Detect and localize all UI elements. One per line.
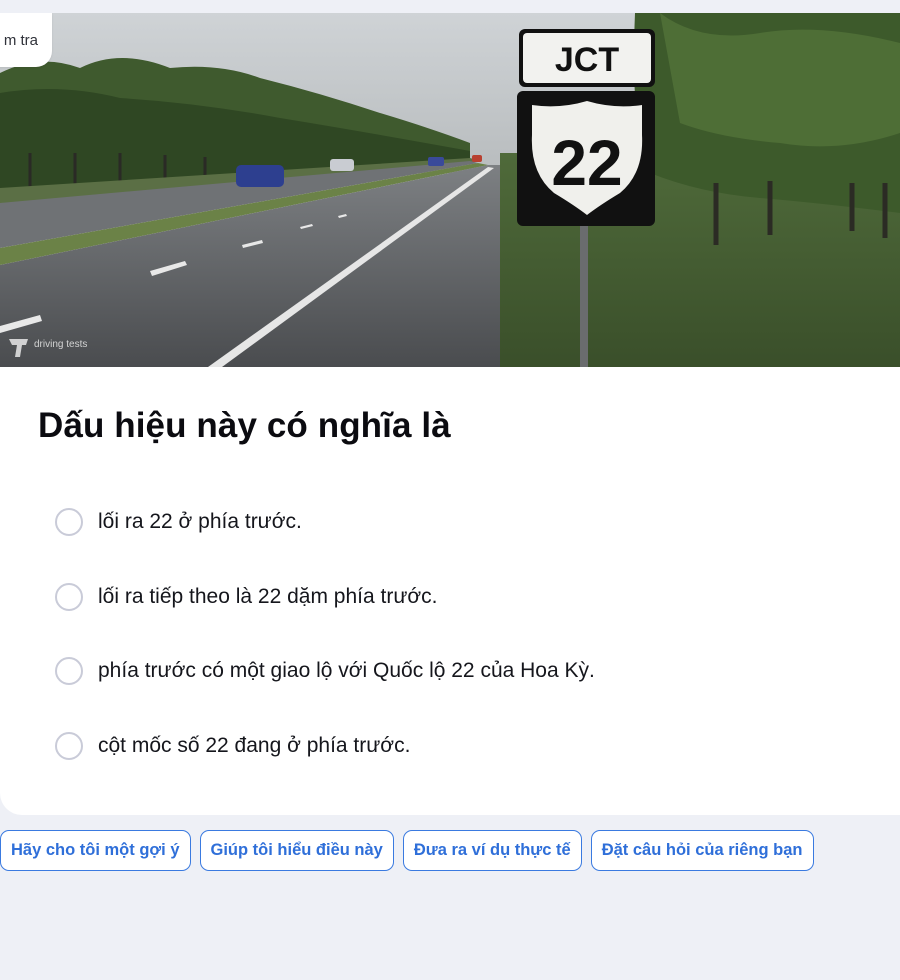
explain-button[interactable]: Giúp tôi hiểu điều này xyxy=(199,830,394,871)
question-title: Dấu hiệu này có nghĩa là xyxy=(38,406,451,445)
radio-button[interactable] xyxy=(55,731,83,760)
ask-own-question-button[interactable]: Đặt câu hỏi của riêng bạn xyxy=(590,830,814,871)
answer-option-1[interactable]: lối ra 22 ở phía trước. xyxy=(55,503,875,541)
answer-option-2[interactable]: lối ra tiếp theo là 22 dặm phía trước. xyxy=(55,578,875,616)
hint-button[interactable]: Hãy cho tôi một gợi ý xyxy=(0,830,191,871)
answer-option-4[interactable]: cột mốc số 22 đang ở phía trước. xyxy=(55,727,875,765)
answer-option-3[interactable]: phía trước có một giao lộ với Quốc lộ 22… xyxy=(55,652,875,690)
svg-text:driving tests: driving tests xyxy=(34,339,87,350)
radio-button[interactable] xyxy=(55,508,83,536)
check-tab-label: m tra xyxy=(3,31,38,49)
answer-option-label: lối ra 22 ở phía trước. xyxy=(98,510,302,533)
answer-option-label: phía trước có một giao lộ với Quốc lộ 22… xyxy=(98,659,595,682)
sign-route-number: 22 xyxy=(551,127,622,199)
radio-button[interactable] xyxy=(55,582,83,611)
check-tab[interactable]: m tra xyxy=(0,13,52,67)
answer-option-label: cột mốc số 22 đang ở phía trước. xyxy=(98,733,411,757)
radio-button[interactable] xyxy=(55,657,83,685)
question-card: JCT 22 driving tests m tra Dấu hiệu này … xyxy=(0,13,900,815)
sign-jct-text: JCT xyxy=(555,41,619,79)
road-sign-illustration: JCT 22 driving tests xyxy=(0,13,900,367)
help-chips: Hãy cho tôi một gợi ý Giúp tôi hiểu điều… xyxy=(0,830,814,871)
answer-options: lối ra 22 ở phía trước. lối ra tiếp theo… xyxy=(55,503,875,801)
real-example-button[interactable]: Đưa ra ví dụ thực tế xyxy=(402,830,582,871)
answer-option-label: lối ra tiếp theo là 22 dặm phía trước. xyxy=(98,584,438,608)
